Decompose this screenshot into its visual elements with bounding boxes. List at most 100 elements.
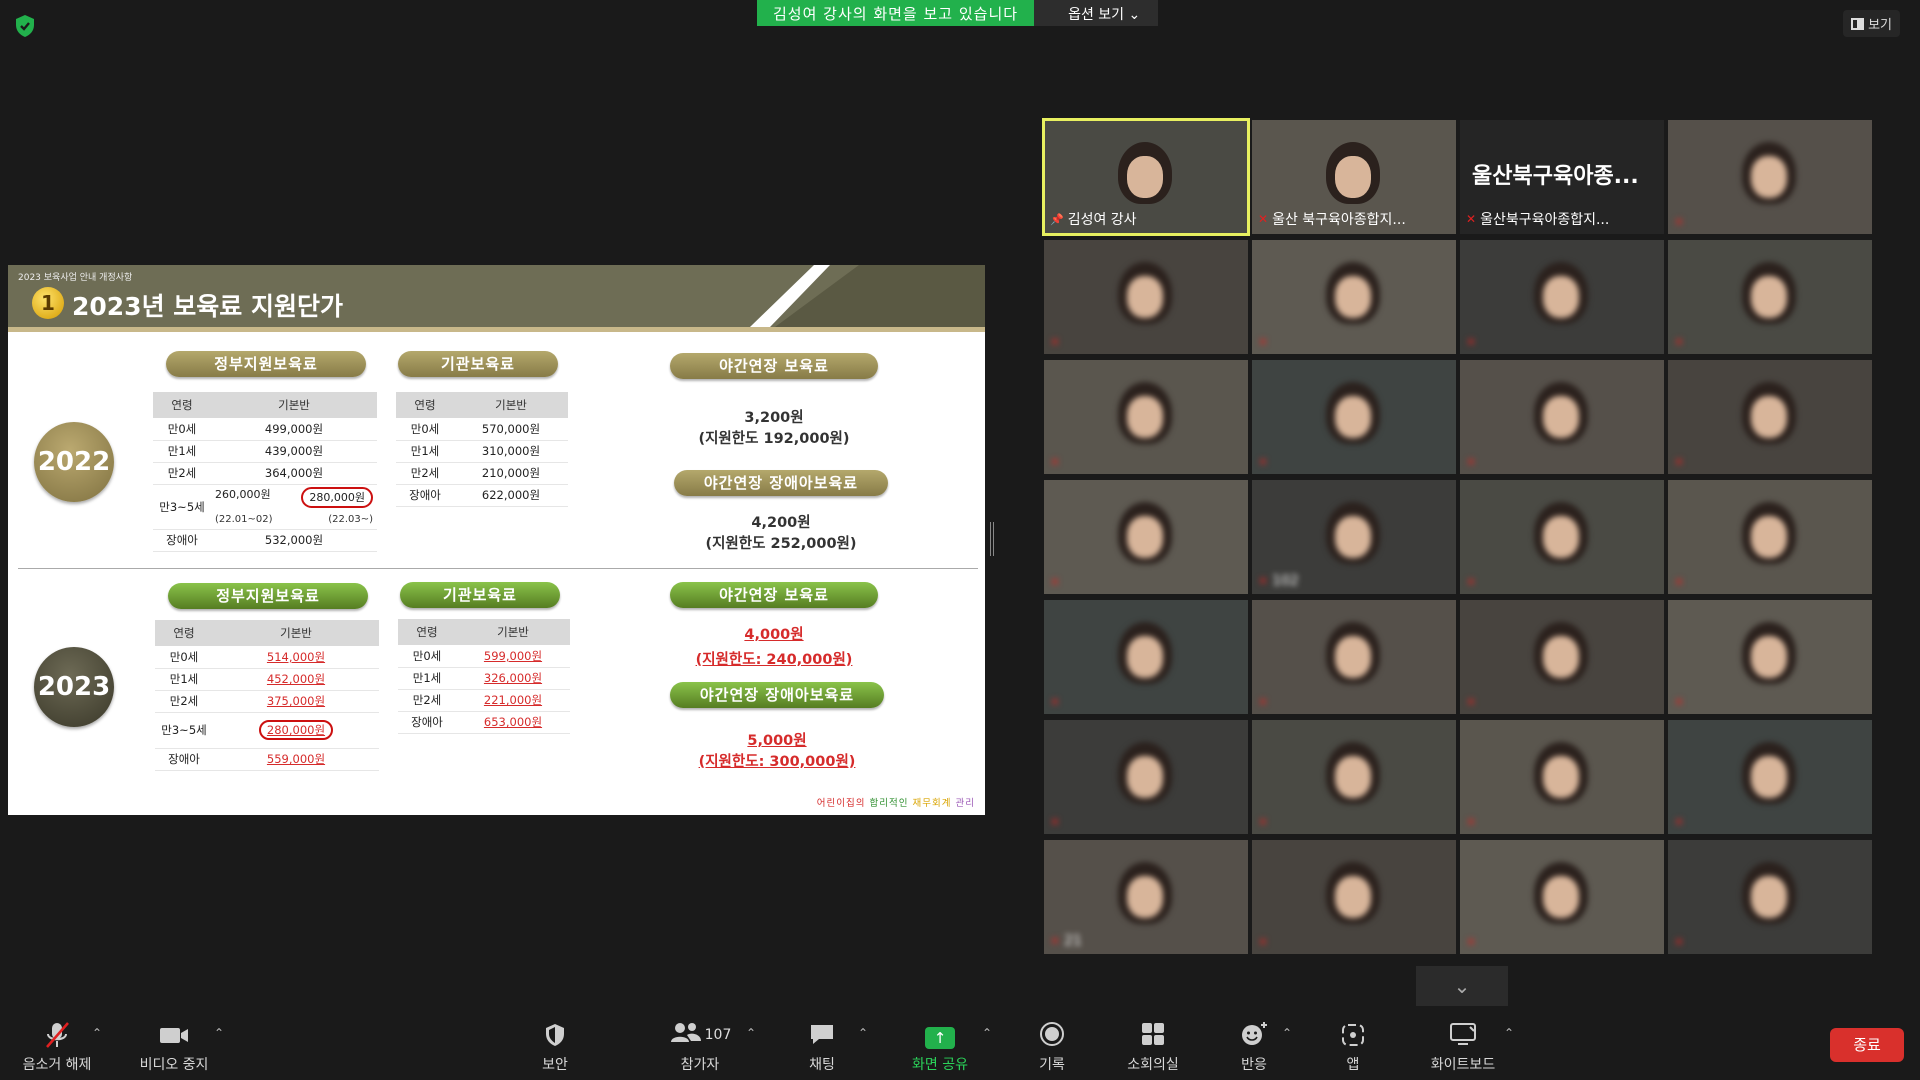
chat-button[interactable]: 채팅	[800, 1020, 844, 1074]
view-button[interactable]: 보기	[1843, 10, 1900, 37]
mic-muted-icon: ✕	[1258, 815, 1269, 829]
participants-button[interactable]: 107 참가자	[660, 1020, 740, 1074]
participant-tile[interactable]: ✕	[1668, 480, 1872, 594]
breakout-rooms-button[interactable]: 소회의실	[1118, 1020, 1188, 1074]
mic-muted-icon: ✕	[1466, 575, 1477, 589]
unmute-button[interactable]: 음소거 해제	[18, 1020, 96, 1074]
record-button[interactable]: 기록	[1032, 1020, 1072, 1074]
record-icon	[1032, 1020, 1072, 1050]
participant-tile[interactable]: ✕	[1044, 360, 1248, 474]
night-dis-fee-2022: 4,200원 (지원한도 252,000원)	[705, 515, 857, 552]
highlight-circle: 280,000원	[301, 486, 373, 508]
participant-tile[interactable]: ✕	[1044, 480, 1248, 594]
participant-video	[1118, 622, 1172, 684]
view-options-button[interactable]: 옵션 보기 ⌄	[1034, 0, 1159, 26]
stop-video-button[interactable]: 비디오 중지	[132, 1020, 216, 1074]
participant-tile[interactable]: ✕	[1668, 120, 1872, 234]
participant-tile[interactable]: ✕	[1252, 240, 1456, 354]
participant-name-label: ✕ 21	[1050, 933, 1082, 949]
participant-name-label: ✕	[1050, 335, 1064, 349]
participant-tile[interactable]: ✕	[1460, 840, 1664, 954]
participant-tile[interactable]: ✕	[1460, 720, 1664, 834]
participants-options-chevron-icon[interactable]: ⌃	[746, 1026, 756, 1040]
participant-tile[interactable]: ✕	[1668, 720, 1872, 834]
participant-video	[1118, 142, 1172, 204]
mic-muted-icon: ✕	[1258, 574, 1269, 588]
participant-tile[interactable]: ✕	[1044, 240, 1248, 354]
participant-name-label: ✕	[1466, 695, 1480, 709]
participant-tile[interactable]: ✕	[1668, 360, 1872, 474]
reactions-button[interactable]: 반응	[1236, 1020, 1272, 1074]
table-row: 만2세 221,000원	[398, 689, 570, 712]
participant-tile[interactable]: ✕	[1460, 240, 1664, 354]
col-base: 기본반	[211, 392, 377, 418]
mic-muted-icon: ✕	[1466, 212, 1477, 226]
participant-name-label: ✕	[1466, 575, 1480, 589]
year-badge-2022: 2022	[34, 422, 114, 502]
inst-fee-label-2022: 기관보육료	[398, 351, 558, 377]
participant-tile[interactable]: ✕ 21	[1044, 840, 1248, 954]
slide-title: 2023년 보육료 지원단가	[72, 292, 343, 321]
share-screen-button[interactable]: ↑ 화면 공유	[904, 1020, 976, 1074]
participant-display-name: 울산북구육아종...	[1472, 164, 1639, 189]
apps-button[interactable]: 앱	[1336, 1020, 1370, 1074]
whiteboard-options-chevron-icon[interactable]: ⌃	[1504, 1026, 1514, 1040]
mic-muted-icon: ✕	[1050, 695, 1061, 709]
collapse-gallery-button[interactable]: ⌄	[1416, 966, 1508, 1006]
participant-tile[interactable]: 📌 김성여 강사	[1042, 118, 1250, 236]
participant-tile[interactable]: ✕	[1460, 600, 1664, 714]
share-banner: 김성여 강사의 화면을 보고 있습니다 옵션 보기 ⌄	[757, 0, 1159, 26]
chat-options-chevron-icon[interactable]: ⌃	[858, 1026, 868, 1040]
participant-tile[interactable]: ✕	[1252, 360, 1456, 474]
table-row: 장애아 559,000원	[155, 748, 379, 771]
end-meeting-button[interactable]: 종료	[1830, 1028, 1904, 1062]
mic-muted-icon: ✕	[1674, 215, 1685, 229]
mic-muted-icon: ✕	[1050, 575, 1061, 589]
mic-muted-icon: ✕	[1674, 575, 1685, 589]
table-row: 장애아 532,000원	[153, 529, 377, 552]
audio-options-chevron-icon[interactable]: ⌃	[92, 1026, 102, 1040]
participant-tile[interactable]: ✕ 울산 북구육아종합지...	[1252, 120, 1456, 234]
participant-tile[interactable]: 울산북구육아종... ✕ 울산북구육아종합지...	[1460, 120, 1664, 234]
table-row: 만1세 310,000원	[396, 440, 568, 463]
shield-icon	[530, 1020, 580, 1050]
reactions-options-chevron-icon[interactable]: ⌃	[1282, 1026, 1292, 1040]
participants-icon: 107	[660, 1020, 740, 1050]
participant-video	[1534, 742, 1588, 804]
participant-tile[interactable]: ✕	[1460, 360, 1664, 474]
participant-name-label: ✕	[1674, 335, 1688, 349]
participant-tile[interactable]: ✕	[1668, 600, 1872, 714]
participant-video	[1326, 382, 1380, 444]
participant-name-label: ✕	[1674, 695, 1688, 709]
participant-name-label: ✕	[1258, 455, 1272, 469]
participant-video	[1742, 142, 1796, 204]
gov-fee-table-2022: 연령 기본반 만0세 499,000원 만1세 439,000원 만2세 364,000…	[153, 392, 377, 552]
share-options-chevron-icon[interactable]: ⌃	[982, 1026, 992, 1040]
slide-footer: 어린이집의 합리적인 재무회계 관리	[816, 798, 975, 809]
mic-muted-icon: ✕	[1258, 335, 1269, 349]
participant-tile[interactable]: ✕	[1252, 600, 1456, 714]
inst-fee-label-2023: 기관보육료	[400, 582, 560, 608]
video-options-chevron-icon[interactable]: ⌃	[214, 1026, 224, 1040]
participant-tile[interactable]: ✕	[1252, 720, 1456, 834]
participant-video	[1326, 142, 1380, 204]
participant-tile[interactable]: ✕	[1044, 600, 1248, 714]
mic-muted-icon: ✕	[1674, 695, 1685, 709]
participant-tile[interactable]: ✕ 102	[1252, 480, 1456, 594]
meeting-toolbar: 음소거 해제 ⌃ 비디오 중지 ⌃ 보안 107 참가자 ⌃ 채팅 ⌃ ↑ 화면…	[0, 1012, 1920, 1080]
participant-tile[interactable]: ✕	[1668, 240, 1872, 354]
smiley-plus-icon	[1236, 1020, 1272, 1050]
participant-video	[1326, 262, 1380, 324]
table-row: 만1세 452,000원	[155, 668, 379, 691]
participant-video	[1742, 862, 1796, 924]
whiteboard-button[interactable]: 화이트보드	[1424, 1020, 1502, 1074]
participant-tile[interactable]: ✕	[1668, 840, 1872, 954]
participant-tile[interactable]: ✕	[1460, 480, 1664, 594]
participant-name-label: ✕	[1674, 815, 1688, 829]
participant-video	[1534, 622, 1588, 684]
security-button[interactable]: 보안	[530, 1020, 580, 1074]
split-resize-handle[interactable]	[990, 522, 994, 556]
mic-muted-icon: ✕	[1466, 695, 1477, 709]
participant-tile[interactable]: ✕	[1252, 840, 1456, 954]
participant-tile[interactable]: ✕	[1044, 720, 1248, 834]
